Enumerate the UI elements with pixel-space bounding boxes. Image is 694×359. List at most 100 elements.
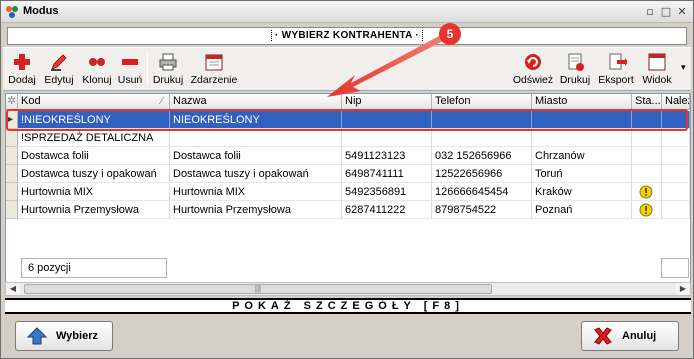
cell-nip: [342, 129, 432, 147]
cell-nip: 6498741111: [342, 165, 432, 183]
delete-label: Usuń: [117, 74, 143, 86]
cell-miasto: Chrzanów: [532, 147, 632, 165]
event-button[interactable]: Zdarzenie: [188, 50, 240, 90]
cell-status: [632, 147, 662, 165]
pencil-icon: [51, 54, 67, 71]
cell-kod: Dostawca folii: [18, 147, 170, 165]
header-miasto[interactable]: Miasto: [532, 94, 632, 110]
cell-nalez: [662, 183, 690, 201]
cell-nip: 5491123123: [342, 147, 432, 165]
toolbar-separator: [147, 52, 148, 86]
scroll-right-icon[interactable]: ▶: [676, 283, 690, 295]
cell-nip: 5492356891: [342, 183, 432, 201]
cell-telefon: 126666645454: [432, 183, 532, 201]
cell-nip: 6287411222: [342, 201, 432, 219]
minus-icon: [122, 59, 138, 65]
cell-kod: !SPRZEDAŻ DETALICZNA: [18, 129, 170, 147]
header-nalez[interactable]: Należ: [662, 94, 690, 110]
refresh-icon: [525, 54, 541, 70]
cell-nazwa: Hurtownia MIX: [170, 183, 342, 201]
warning-icon: [639, 185, 653, 199]
print-button[interactable]: Drukuj: [150, 50, 186, 90]
header-kod[interactable]: Kod ⁄: [18, 94, 170, 110]
cell-telefon: [432, 129, 532, 147]
edit-button[interactable]: Edytuj: [41, 50, 77, 90]
cell-miasto: [532, 129, 632, 147]
select-button[interactable]: Wybierz: [15, 321, 113, 351]
sort-icon: ⁄: [161, 95, 163, 107]
cell-status: [632, 129, 662, 147]
annotation-arrow-icon: [327, 35, 443, 97]
up-arrow-icon: [26, 327, 48, 345]
add-button[interactable]: Dodaj: [5, 50, 39, 90]
annotation-highlight-box: [6, 109, 688, 131]
cancel-x-icon: [594, 327, 612, 345]
export-button[interactable]: Eksport: [595, 50, 637, 90]
scroll-left-icon[interactable]: ◀: [6, 283, 20, 295]
record-count: 6 pozycji: [21, 258, 167, 278]
add-label: Dodaj: [8, 74, 36, 86]
cancel-button[interactable]: Anuluj: [581, 321, 679, 351]
print-list-button[interactable]: Drukuj: [557, 50, 593, 90]
table-row[interactable]: Hurtownia Przemysłowa Hurtownia Przemysło…: [6, 201, 690, 219]
cell-nazwa: [170, 129, 342, 147]
table-row[interactable]: Dostawca tuszy i opakowań Dostawca tuszy …: [6, 165, 690, 183]
footer-cell: [661, 258, 689, 278]
header-status[interactable]: Sta...: [632, 94, 662, 110]
edit-label: Edytuj: [44, 74, 74, 86]
clone-label: Klonuj: [82, 74, 112, 86]
print-document-icon: [568, 53, 584, 71]
window: Modus ▫ □ ✕ · WYBIERZ KONTRAHENTA · Doda…: [0, 0, 694, 359]
header-corner: ✲: [6, 94, 18, 110]
cell-miasto: Kraków: [532, 183, 632, 201]
export-label: Eksport: [598, 74, 634, 86]
step-number-badge: 5: [439, 23, 461, 45]
event-label: Zdarzenie: [190, 74, 238, 86]
app-logo-icon: [6, 6, 18, 18]
cell-kod: Hurtownia Przemysłowa: [18, 201, 170, 219]
maximize-button[interactable]: □: [659, 5, 673, 19]
cell-miasto: Toruń: [532, 165, 632, 183]
cell-nazwa: Dostawca tuszy i opakowań: [170, 165, 342, 183]
calendar-icon: [205, 54, 223, 71]
printer-icon: [159, 53, 177, 71]
view-label: Widok: [642, 74, 672, 86]
cell-miasto: Poznań: [532, 201, 632, 219]
cell-kod: Dostawca tuszy i opakowań: [18, 165, 170, 183]
minimize-button[interactable]: ▫: [643, 5, 657, 19]
cell-nalez: [662, 165, 690, 183]
clone-icon: [89, 58, 105, 66]
window-title: Modus: [23, 5, 59, 17]
show-details-bar[interactable]: POKAŻ SZCZEGÓŁY [F8]: [5, 298, 691, 314]
header-nazwa[interactable]: Nazwa: [170, 94, 342, 110]
table-row[interactable]: !SPRZEDAŻ DETALICZNA: [6, 129, 690, 147]
refresh-button[interactable]: Odśwież: [511, 50, 555, 90]
warning-icon: [639, 203, 653, 217]
cell-telefon: 032 152656966: [432, 147, 532, 165]
scroll-thumb[interactable]: |||: [24, 284, 492, 294]
row-indicator[interactable]: [6, 147, 18, 165]
select-label: Wybierz: [56, 330, 98, 342]
header-kod-label: Kod: [21, 95, 41, 107]
row-indicator[interactable]: [6, 201, 18, 219]
delete-button[interactable]: Usuń: [115, 50, 145, 90]
clone-button[interactable]: Klonuj: [79, 50, 115, 90]
window-view-icon: [648, 53, 666, 71]
cell-kod: Hurtownia MIX: [18, 183, 170, 201]
row-indicator[interactable]: [6, 183, 18, 201]
refresh-label: Odśwież: [512, 74, 554, 86]
cell-nazwa: Dostawca folii: [170, 147, 342, 165]
table-row[interactable]: Dostawca folii Dostawca folii 5491123123 03…: [6, 147, 690, 165]
table-row[interactable]: Hurtownia MIX Hurtownia MIX 5492356891 1266…: [6, 183, 690, 201]
title-bar: Modus ▫ □ ✕: [1, 1, 693, 23]
cancel-label: Anuluj: [622, 330, 657, 342]
row-indicator[interactable]: [6, 165, 18, 183]
cell-status: [632, 165, 662, 183]
view-button[interactable]: Widok: [639, 50, 675, 90]
horizontal-scrollbar[interactable]: ◀ ||| ▶: [5, 282, 691, 296]
toolbar-more-icon[interactable]: ▾: [681, 62, 686, 73]
close-button[interactable]: ✕: [675, 5, 689, 19]
cell-nalez: [662, 129, 690, 147]
cell-telefon: 12522656966: [432, 165, 532, 183]
row-indicator[interactable]: [6, 129, 18, 147]
